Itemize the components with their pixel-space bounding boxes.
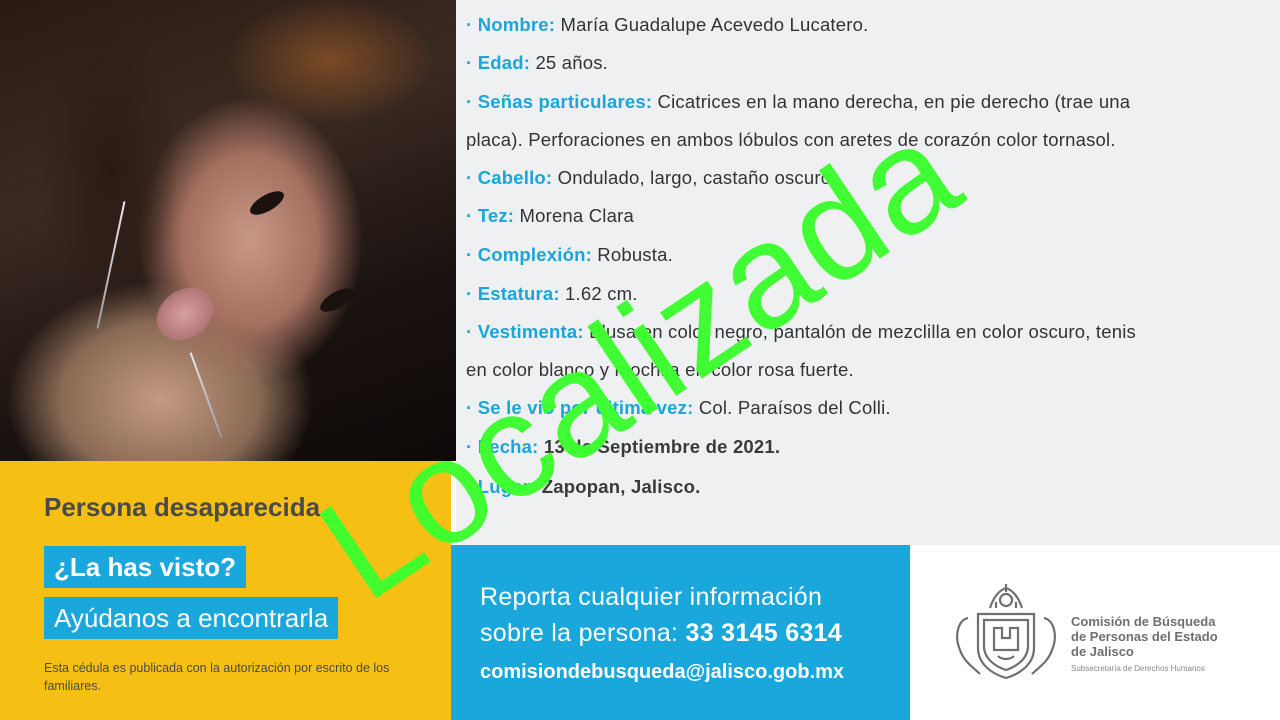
field-value: Morena Clara	[519, 205, 634, 226]
field-label: · Tez:	[466, 205, 515, 226]
field-senas: · Señas particulares: Cicatrices en la m…	[466, 91, 1130, 113]
photo-eye-right	[316, 283, 358, 317]
field-nombre: · Nombre: María Guadalupe Acevedo Lucate…	[466, 14, 868, 36]
field-ultima-vez: · Se le vio por última vez: Col. Paraíso…	[466, 397, 891, 419]
field-value: Cicatrices en la mano derecha, en pie de…	[657, 91, 1131, 112]
field-value: 25 años.	[535, 52, 609, 73]
field-value: Col. Paraísos del Colli.	[698, 397, 891, 418]
field-value: placa). Perforaciones en ambos lóbulos c…	[466, 129, 1116, 150]
photo-eye-left	[246, 186, 288, 220]
org-line: Comisión de Búsqueda	[1071, 614, 1216, 629]
field-value: Zapopan, Jalisco.	[541, 476, 701, 497]
field-label: · Vestimenta:	[466, 321, 584, 342]
help-banner: Ayúdanos a encontrarla	[44, 597, 339, 639]
field-label: · Nombre:	[466, 14, 556, 35]
field-lugar: · Lugar: Zapopan, Jalisco.	[466, 476, 700, 498]
field-complexion: · Complexión: Robusta.	[466, 244, 673, 266]
org-line: de Personas del Estado	[1071, 629, 1218, 644]
field-value: Robusta.	[597, 244, 673, 265]
field-label: · Fecha:	[466, 436, 539, 457]
org-line: de Jalisco	[1071, 644, 1134, 659]
field-value: Blusa en color negro, pantalón de mezcli…	[589, 321, 1137, 342]
photo-hair	[40, 20, 180, 320]
missing-person-title: Persona desaparecida	[44, 492, 321, 522]
report-line-2: sobre la persona: 33 3145 6314	[480, 619, 842, 648]
field-cabello: · Cabello: Ondulado, largo, castaño oscu…	[466, 167, 837, 189]
field-value: 1.62 cm.	[565, 283, 638, 304]
field-estatura: · Estatura: 1.62 cm.	[466, 283, 638, 305]
missing-person-photo	[0, 0, 456, 461]
org-subtitle: Subsecretaría de Derechos Humanos	[1071, 664, 1205, 673]
field-fecha: · Fecha: 13 de Septiembre de 2021.	[466, 436, 780, 458]
jalisco-coat-of-arms-icon	[956, 584, 1056, 680]
organization-name: Comisión de Búsqueda de Personas del Est…	[1071, 614, 1218, 659]
field-tez: · Tez: Morena Clara	[466, 205, 634, 227]
field-label: · Complexión:	[466, 244, 592, 265]
field-value: 13 de Septiembre de 2021.	[543, 436, 781, 457]
question-banner: ¿La has visto?	[44, 546, 247, 588]
field-value: en color blanco y mochila en color rosa …	[466, 359, 854, 380]
field-senas-cont: placa). Perforaciones en ambos lóbulos c…	[466, 129, 1116, 151]
field-label: · Cabello:	[466, 167, 553, 188]
field-value: María Guadalupe Acevedo Lucatero.	[560, 14, 869, 35]
field-edad: · Edad: 25 años.	[466, 52, 608, 74]
field-vestimenta: · Vestimenta: Blusa en color negro, pant…	[466, 321, 1136, 343]
photo-lips	[146, 277, 224, 351]
field-label: · Se le vio por última vez:	[466, 397, 694, 418]
field-label: · Edad:	[466, 52, 531, 73]
authorization-note: Esta cédula es publicada con la autoriza…	[44, 661, 390, 693]
report-text: sobre la persona:	[480, 619, 679, 647]
photo-earring	[189, 352, 223, 438]
field-label: · Lugar:	[466, 476, 537, 497]
info-panel	[456, 0, 1280, 545]
field-value: Ondulado, largo, castaño oscuro.	[557, 167, 837, 188]
field-label: · Estatura:	[466, 283, 560, 304]
field-vestimenta-cont: en color blanco y mochila en color rosa …	[466, 359, 854, 381]
contact-email[interactable]: comisiondebusqueda@jalisco.gob.mx	[480, 661, 844, 684]
report-line-1: Reporta cualquier información	[480, 583, 823, 611]
field-label: · Señas particulares:	[466, 91, 653, 112]
phone-number[interactable]: 33 3145 6314	[686, 619, 843, 647]
